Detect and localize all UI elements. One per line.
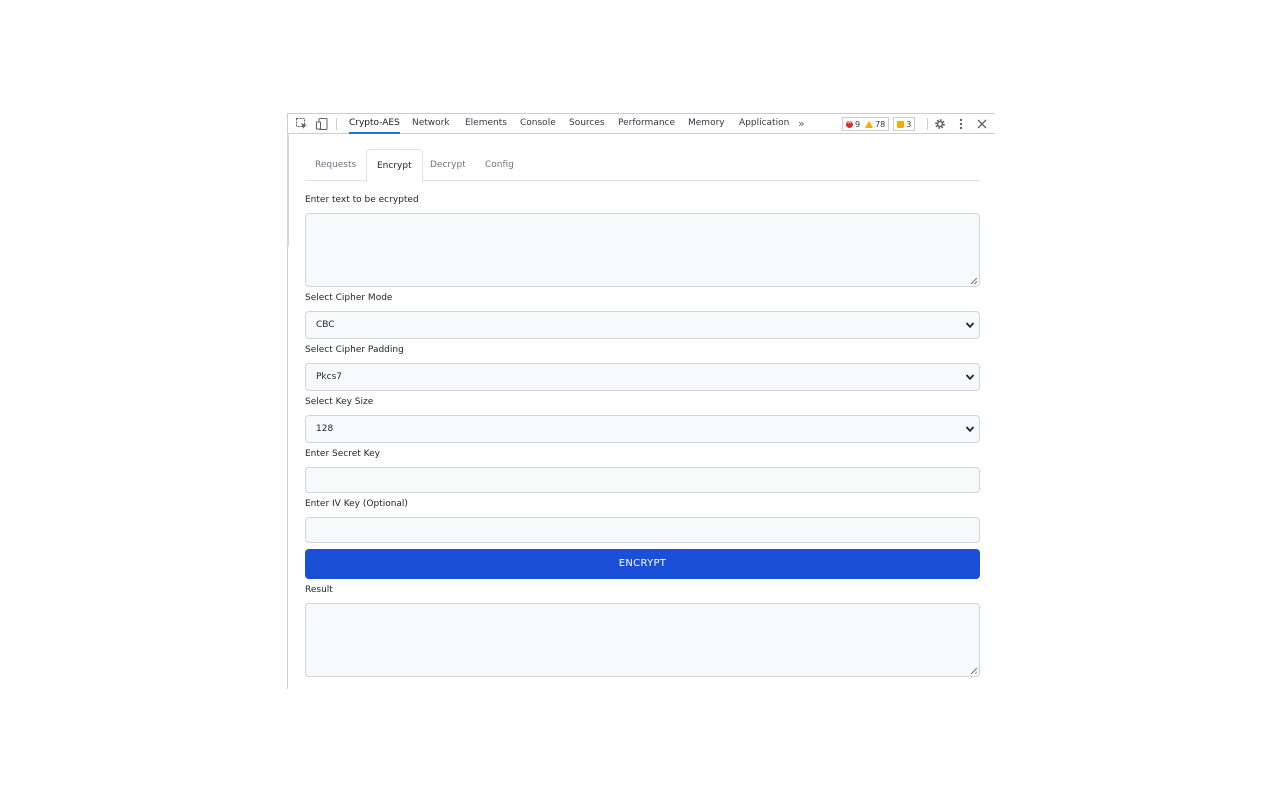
- result-label: Result: [305, 585, 333, 595]
- more-tabs-icon[interactable]: »: [798, 114, 805, 134]
- error-icon: [846, 118, 853, 128]
- devtools-window: Crypto-AES Network Elements Console Sour…: [287, 113, 995, 689]
- tab-config[interactable]: Config: [475, 149, 524, 181]
- panel-content: Requests Encrypt Decrypt Config: [305, 149, 980, 182]
- key-size-value: 128: [316, 424, 334, 434]
- cipher-padding-select[interactable]: Pkcs7: [305, 363, 980, 391]
- issue-icon: [897, 120, 905, 128]
- devtools-toolbar: Crypto-AES Network Elements Console Sour…: [288, 113, 995, 134]
- panel-tabs: Requests Encrypt Decrypt Config: [305, 149, 980, 182]
- status-badges[interactable]: 9 78 3: [842, 117, 916, 131]
- kebab-menu-icon[interactable]: [953, 116, 969, 132]
- secret-key-input[interactable]: [305, 467, 980, 493]
- cipher-padding-label: Select Cipher Padding: [305, 345, 404, 355]
- toolbar-separator: [336, 118, 337, 130]
- cipher-mode-value: CBC: [316, 320, 335, 330]
- tab-decrypt[interactable]: Decrypt: [420, 149, 476, 181]
- iv-key-label: Enter IV Key (Optional): [305, 499, 408, 509]
- inspect-element-icon[interactable]: [294, 116, 310, 132]
- key-size-label: Select Key Size: [305, 397, 374, 407]
- plaintext-textarea[interactable]: [305, 213, 980, 287]
- issues-badge[interactable]: 3: [893, 117, 916, 131]
- result-textarea[interactable]: [305, 603, 980, 677]
- warning-icon: [865, 120, 874, 128]
- iv-key-input[interactable]: [305, 517, 980, 543]
- tab-requests[interactable]: Requests: [305, 149, 366, 181]
- chevron-down-icon: [965, 426, 975, 433]
- close-icon[interactable]: [974, 116, 990, 132]
- toolbar-separator: [927, 118, 928, 130]
- tab-elements[interactable]: Elements: [465, 114, 507, 134]
- errors-badge[interactable]: 9 78: [842, 117, 890, 131]
- encrypt-button[interactable]: ENCRYPT: [305, 549, 980, 579]
- cipher-mode-label: Select Cipher Mode: [305, 293, 393, 303]
- secret-key-label: Enter Secret Key: [305, 449, 380, 459]
- tab-performance[interactable]: Performance: [618, 114, 675, 134]
- tab-encrypt[interactable]: Encrypt: [366, 149, 423, 182]
- tab-network[interactable]: Network: [412, 114, 450, 134]
- cipher-mode-select[interactable]: CBC: [305, 311, 980, 339]
- issue-count: 3: [906, 119, 912, 129]
- tab-crypto-aes[interactable]: Crypto-AES: [349, 114, 400, 134]
- chevron-down-icon: [965, 322, 975, 329]
- key-size-select[interactable]: 128: [305, 415, 980, 443]
- chevron-down-icon: [965, 374, 975, 381]
- left-scroll-indicator: [287, 134, 289, 246]
- error-count: 9: [855, 119, 861, 129]
- settings-gear-icon[interactable]: [932, 116, 948, 132]
- cipher-padding-value: Pkcs7: [316, 372, 343, 382]
- device-toolbar-icon[interactable]: [314, 116, 330, 132]
- warning-count: 78: [875, 119, 886, 129]
- text-label: Enter text to be ecrypted: [305, 195, 419, 205]
- tab-console[interactable]: Console: [520, 114, 556, 134]
- tab-memory[interactable]: Memory: [688, 114, 725, 134]
- tab-sources[interactable]: Sources: [569, 114, 605, 134]
- tab-application[interactable]: Application: [739, 114, 789, 134]
